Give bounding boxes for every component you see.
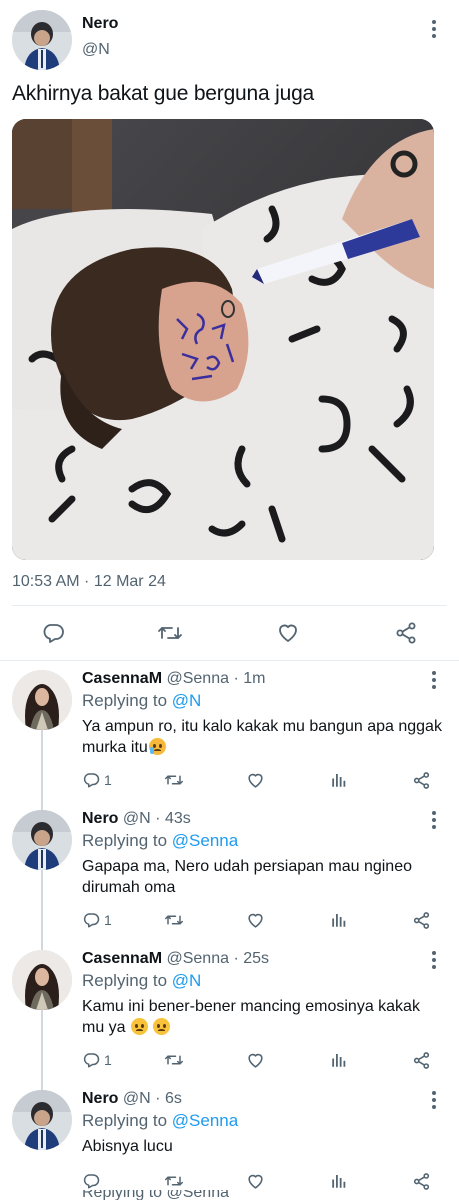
reply-text: Ya ampun ro, itu kalo kakak mu bangun ap… <box>82 718 442 756</box>
reply-name[interactable]: CasennaM <box>82 670 162 687</box>
reply-button[interactable]: 1 <box>82 1050 112 1070</box>
reply-text: Abisnya lucu <box>82 1138 173 1155</box>
reply-handle[interactable]: @N <box>123 810 151 827</box>
like-icon[interactable] <box>246 1050 265 1070</box>
loudly-crying-face-icon <box>148 738 166 755</box>
reply-handle[interactable]: @N <box>123 1090 151 1107</box>
reply-count: 1 <box>104 912 112 928</box>
reply-tweet[interactable]: Nero @N · 6s Replying to @Senna Abisnya … <box>0 1080 459 1200</box>
reply-handle[interactable]: @Senna <box>166 950 229 967</box>
replying-to: Replying to @Senna <box>82 831 239 850</box>
reply-header: Nero @N · 43s <box>82 810 191 827</box>
reply-name[interactable]: Nero <box>82 810 118 827</box>
retweet-icon[interactable] <box>157 620 183 646</box>
like-icon[interactable] <box>246 910 265 930</box>
frowning-face-icon <box>153 1018 171 1035</box>
reply-time[interactable]: 6s <box>165 1090 182 1107</box>
reply-avatar[interactable] <box>12 1090 72 1150</box>
reply-avatar[interactable] <box>12 670 72 730</box>
replying-to: Replying to @Senna <box>82 1111 239 1130</box>
like-icon[interactable] <box>275 620 301 646</box>
divider <box>12 605 447 606</box>
more-vertical-icon[interactable] <box>424 1090 444 1110</box>
replying-to: Replying to @N <box>82 691 202 710</box>
share-icon[interactable] <box>412 1050 431 1070</box>
like-icon[interactable] <box>246 770 265 790</box>
share-icon[interactable] <box>412 770 431 790</box>
reply-icon <box>83 773 100 788</box>
peek-replying-to: Replying to @Senna <box>82 1190 229 1200</box>
reply-icon[interactable] <box>40 620 66 646</box>
share-icon[interactable] <box>412 1171 431 1191</box>
tweet-photo[interactable] <box>12 119 434 560</box>
reply-header: Nero @N · 6s <box>82 1090 182 1107</box>
reply-button[interactable]: 1 <box>82 770 112 790</box>
reply-time[interactable]: 43s <box>165 810 191 827</box>
mention-link[interactable]: @Senna <box>172 831 238 850</box>
reply-count: 1 <box>104 772 112 788</box>
reply-handle[interactable]: @Senna <box>166 670 229 687</box>
tweet-timestamp[interactable]: 10:53 AM · 12 Mar 24 <box>12 573 166 591</box>
reply-tweet[interactable]: Nero @N · 43s Replying to @Senna Gapapa … <box>0 800 459 940</box>
reply-count: 1 <box>104 1052 112 1068</box>
author-name[interactable]: Nero <box>82 15 118 33</box>
more-vertical-icon[interactable] <box>424 19 444 39</box>
frowning-face-icon <box>131 1018 149 1035</box>
mention-link[interactable]: @N <box>172 691 202 710</box>
reply-header: CasennaM @Senna · 25s <box>82 950 270 967</box>
reply-icon <box>83 1174 100 1189</box>
mention-link[interactable]: @Senna <box>172 1111 238 1130</box>
reply-button[interactable]: 1 <box>82 910 112 930</box>
analytics-icon[interactable] <box>330 910 348 930</box>
retweet-icon[interactable] <box>164 1171 184 1191</box>
reply-time[interactable]: 25s <box>243 950 269 967</box>
reply-name[interactable]: Nero <box>82 1090 118 1107</box>
reply-name[interactable]: CasennaM <box>82 950 162 967</box>
retweet-icon[interactable] <box>164 770 184 790</box>
reply-tweet[interactable]: CasennaM @Senna · 25s Replying to @N Kam… <box>0 940 459 1080</box>
reply-avatar[interactable] <box>12 810 72 870</box>
reply-button[interactable] <box>82 1171 104 1191</box>
reply-icon <box>83 913 100 928</box>
analytics-icon[interactable] <box>330 770 348 790</box>
like-icon[interactable] <box>246 1171 265 1191</box>
reply-action-bar: 1 <box>0 910 459 930</box>
more-vertical-icon[interactable] <box>424 670 444 690</box>
reply-time[interactable]: 1m <box>243 670 265 687</box>
reply-text: Gapapa ma, Nero udah persiapan mau ngine… <box>82 858 412 896</box>
reply-icon <box>83 1053 100 1068</box>
author-handle[interactable]: @N <box>82 41 110 59</box>
more-vertical-icon[interactable] <box>424 810 444 830</box>
analytics-icon[interactable] <box>330 1050 348 1070</box>
reply-action-bar: 1 <box>0 1050 459 1070</box>
reply-text: Kamu ini bener-bener mancing emosinya ka… <box>82 998 420 1036</box>
share-icon[interactable] <box>393 620 419 646</box>
share-icon[interactable] <box>412 910 431 930</box>
reply-header: CasennaM @Senna · 1m <box>82 670 266 687</box>
next-reply-peek: Replying to @Senna <box>0 1190 459 1200</box>
reply-action-bar <box>0 1171 459 1191</box>
analytics-icon[interactable] <box>330 1171 348 1191</box>
author-avatar[interactable] <box>12 10 72 70</box>
more-vertical-icon[interactable] <box>424 950 444 970</box>
tweet-text: Akhirnya bakat gue berguna juga <box>12 82 315 105</box>
reply-tweet[interactable]: CasennaM @Senna · 1m Replying to @N Ya a… <box>0 660 459 800</box>
replying-to: Replying to @N <box>82 971 202 990</box>
reply-action-bar: 1 <box>0 770 459 790</box>
retweet-icon[interactable] <box>164 1050 184 1070</box>
mention-link[interactable]: @N <box>172 971 202 990</box>
tweet-action-bar <box>0 618 459 648</box>
retweet-icon[interactable] <box>164 910 184 930</box>
reply-avatar[interactable] <box>12 950 72 1010</box>
